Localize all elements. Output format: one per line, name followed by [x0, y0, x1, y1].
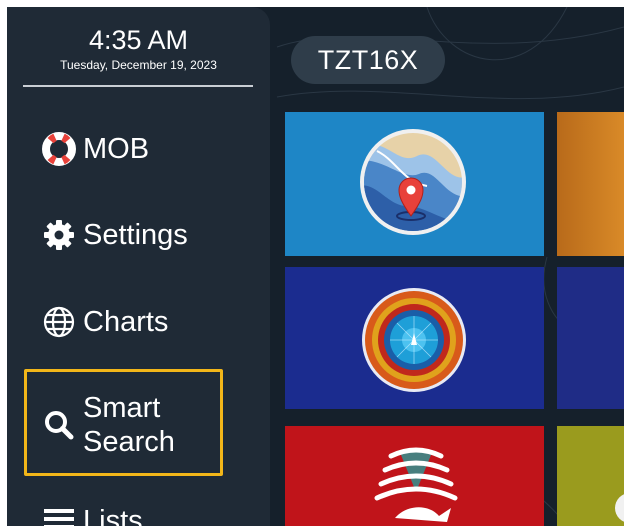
- tile-chart-plotter[interactable]: [285, 112, 544, 256]
- sidebar-item-label: MOB: [83, 132, 150, 165]
- app-screen: 4:35 AM Tuesday, December 19, 2023 MOB S…: [7, 7, 624, 526]
- lifebuoy-icon: [41, 131, 77, 167]
- tile-radar[interactable]: [285, 267, 544, 409]
- sidebar-item-label: Settings: [83, 218, 188, 251]
- tile-olive-partial[interactable]: [557, 426, 624, 526]
- sidebar-item-settings[interactable]: Settings: [41, 217, 188, 253]
- clock-time: 4:35 AM: [88, 25, 189, 55]
- search-icon: [41, 407, 77, 443]
- sidebar-item-label: Charts: [83, 305, 169, 338]
- chart-plotter-icon: [360, 129, 466, 235]
- gear-icon: [41, 217, 77, 253]
- list-icon: [41, 503, 77, 526]
- sidebar-item-mob[interactable]: MOB: [41, 131, 149, 167]
- sidebar-item-label: Lists: [83, 504, 143, 526]
- radar-icon: [362, 288, 466, 392]
- sidebar-item-lists[interactable]: Lists: [41, 503, 143, 526]
- clock-divider: [23, 85, 253, 87]
- sidebar-item-smart-search[interactable]: Smart Search: [41, 391, 175, 459]
- sidebar-item-label: Smart Search: [83, 391, 175, 459]
- tile-navy-partial[interactable]: [557, 267, 624, 409]
- tile-sonar[interactable]: [285, 426, 544, 526]
- clock: 4:35 AM Tuesday, December 19, 2023: [7, 25, 270, 73]
- clock-date: Tuesday, December 19, 2023: [60, 58, 217, 72]
- smart-search-line2: Search: [83, 426, 175, 458]
- smart-search-line1: Smart: [83, 392, 161, 424]
- sidebar-item-charts[interactable]: Charts: [41, 304, 168, 340]
- sidebar: 4:35 AM Tuesday, December 19, 2023 MOB S…: [7, 7, 270, 526]
- device-name-badge[interactable]: TZT16X: [291, 36, 445, 84]
- sonar-fish-icon: [374, 447, 458, 522]
- tile-orange-partial[interactable]: [557, 112, 624, 256]
- globe-icon: [41, 304, 77, 340]
